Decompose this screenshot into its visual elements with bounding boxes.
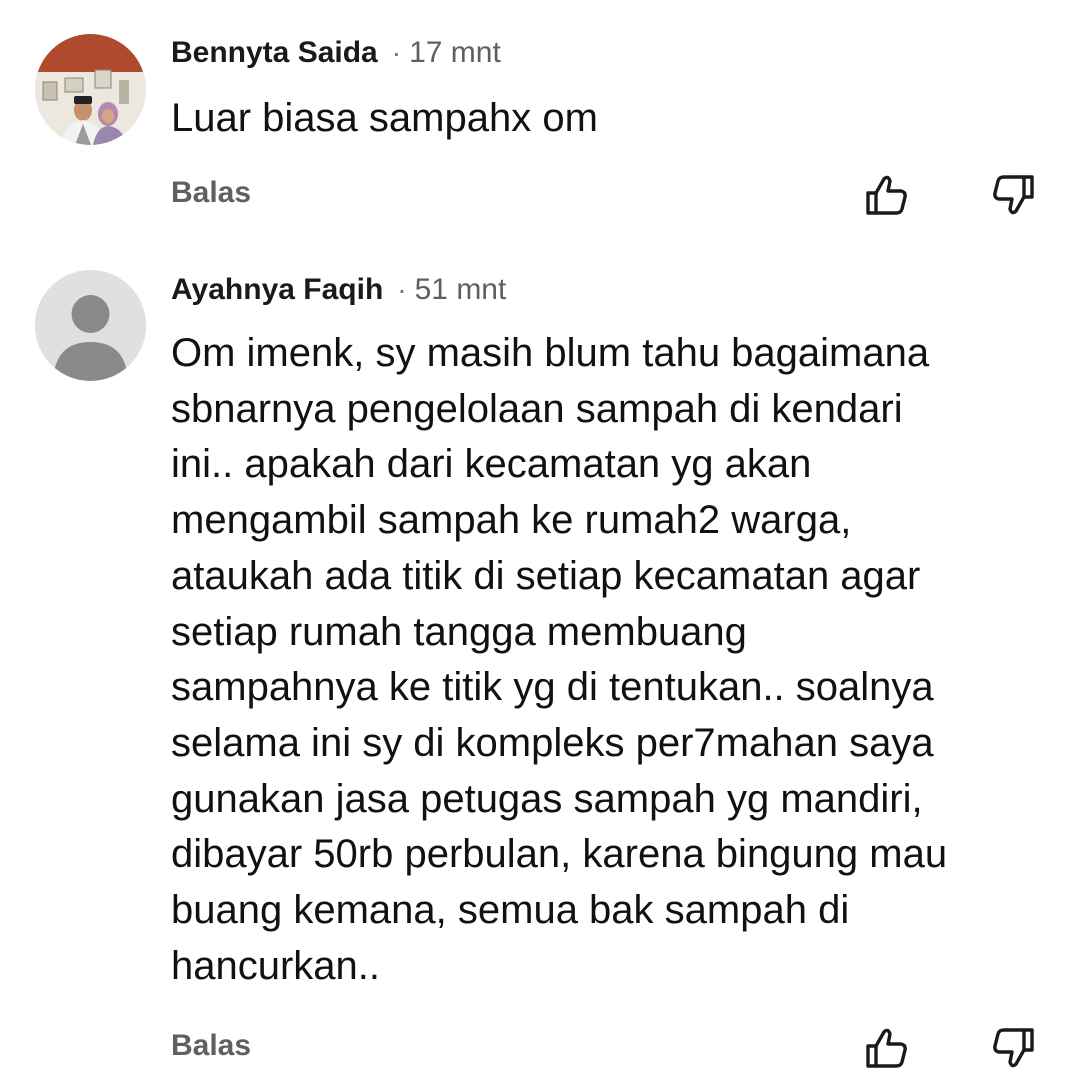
thumbs-up-icon (866, 1028, 907, 1068)
thumbs-up-icon (866, 175, 907, 215)
dislike-button[interactable] (987, 168, 1041, 222)
reply-button[interactable]: Balas (171, 176, 251, 210)
separator-dot: · (391, 37, 402, 68)
comment-timestamp: 51 mnt (414, 273, 507, 306)
author-name[interactable]: Ayahnya Faqih (171, 273, 383, 307)
comment-timestamp: 17 mnt (409, 36, 501, 69)
avatar[interactable] (35, 270, 146, 381)
like-button[interactable] (859, 168, 913, 222)
default-person-avatar (35, 270, 146, 381)
avatar[interactable] (35, 34, 146, 145)
user-photo-avatar (35, 34, 146, 145)
like-button[interactable] (859, 1021, 913, 1075)
comment-header: Ayahnya Faqih · 51 mnt (171, 273, 506, 307)
dislike-button[interactable] (987, 1021, 1041, 1075)
reply-button[interactable]: Balas (171, 1029, 251, 1063)
separator-dot: · (397, 274, 407, 305)
comment-text: Luar biasa sampahx om (171, 96, 598, 140)
author-name[interactable]: Bennyta Saida (171, 36, 378, 70)
comment-text: Om imenk, sy masih blum tahu bagaimana s… (171, 331, 948, 988)
comment-header: Bennyta Saida · 17 mnt (171, 36, 501, 70)
thumbs-down-icon (993, 175, 1034, 215)
thumbs-down-icon (993, 1028, 1034, 1068)
